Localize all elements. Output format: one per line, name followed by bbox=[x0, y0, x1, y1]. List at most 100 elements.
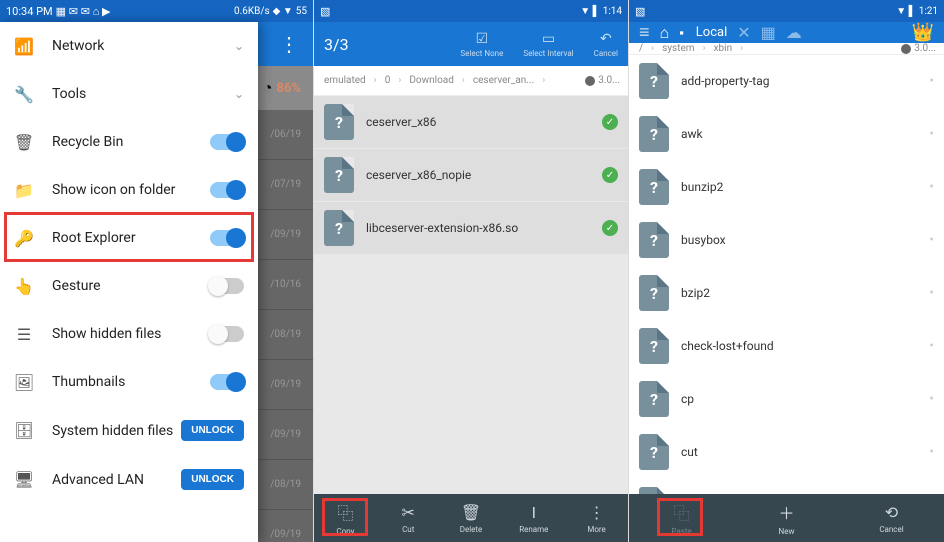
breadcrumb-segment[interactable]: emulated bbox=[322, 75, 368, 86]
file-name: check-lost+found bbox=[681, 339, 929, 353]
chevron-right-icon: › bbox=[368, 75, 383, 86]
drawer-item-hand[interactable]: 👆Gesture bbox=[0, 262, 258, 310]
bottombar-cut[interactable]: ✂Cut bbox=[377, 503, 440, 534]
file-row[interactable]: ?awk• bbox=[629, 108, 944, 160]
chevron-right-icon: › bbox=[536, 75, 551, 86]
topbar-action-cancel[interactable]: ↶Cancel bbox=[594, 31, 618, 58]
file-row[interactable]: ?ceserver_x86✓ bbox=[314, 96, 628, 148]
bottombar-delete[interactable]: 🗑Delete bbox=[440, 503, 503, 534]
chevron-right-icon: › bbox=[697, 43, 712, 54]
breadcrumb-segment[interactable]: ceserver_an... bbox=[471, 75, 536, 86]
file-icon: ? bbox=[639, 328, 669, 364]
action-label: More bbox=[587, 525, 605, 534]
more-dot-icon[interactable]: • bbox=[929, 285, 934, 301]
file-list[interactable]: ?add-property-tag•?awk•?bunzip2•?busybox… bbox=[629, 55, 944, 542]
toggle-switch[interactable] bbox=[210, 182, 244, 198]
more-dot-icon[interactable]: • bbox=[929, 444, 934, 460]
bottombar-new[interactable]: ＋New bbox=[734, 500, 839, 536]
action-icon: ⿻ bbox=[337, 500, 353, 524]
file-row[interactable]: ?bunzip2• bbox=[629, 161, 944, 213]
file-name: libceserver-extension-x86.so bbox=[366, 221, 602, 235]
file-name: bzip2 bbox=[681, 286, 929, 300]
more-dot-icon[interactable]: • bbox=[929, 232, 934, 248]
action-icon: ⟲ bbox=[885, 503, 898, 522]
toggle-switch[interactable] bbox=[210, 134, 244, 150]
drawer-item-lan[interactable]: 🖥Advanced LANUNLOCK bbox=[0, 455, 258, 504]
breadcrumb-segment[interactable]: system bbox=[660, 43, 696, 54]
status-time: 10:34 PM bbox=[6, 5, 53, 18]
bottombar-rename[interactable]: IRename bbox=[502, 503, 565, 534]
thumb-icon: 🖼 bbox=[14, 372, 34, 392]
toggle-switch[interactable] bbox=[210, 326, 244, 342]
file-row[interactable]: ?cut• bbox=[629, 426, 944, 478]
cloud-icon[interactable]: ☁ bbox=[786, 23, 802, 42]
drawer-item-network[interactable]: 📶Network⌄ bbox=[0, 22, 258, 70]
drawer-item-label: Recycle Bin bbox=[52, 134, 210, 150]
drawer-item-eye[interactable]: ☰Show hidden files bbox=[0, 310, 258, 358]
topbar-action-select-none[interactable]: ☑Select None bbox=[460, 31, 503, 58]
bottombar-copy[interactable]: ⿻Copy bbox=[314, 500, 377, 536]
bottom-toolbar: ⿻Copy✂Cut🗑DeleteIRename ⋮ More bbox=[314, 494, 628, 542]
chevron-right-icon: › bbox=[456, 75, 471, 86]
screen-settings: 10:34 PM ▦ ✉ ✉ ⌂ ▶ 0.6KB/s ◆ ▼ 55 ⋮ ◔ 86… bbox=[0, 0, 314, 542]
check-icon: ✓ bbox=[602, 114, 618, 130]
bottombar-cancel[interactable]: ⟲ Cancel bbox=[839, 503, 944, 534]
breadcrumb-segment[interactable]: xbin bbox=[712, 43, 735, 54]
home-icon[interactable]: ⌂ bbox=[660, 23, 670, 43]
more-dot-icon[interactable]: • bbox=[929, 179, 934, 195]
breadcrumb-segment[interactable]: 0 bbox=[383, 75, 393, 86]
file-row[interactable]: ?bzip2• bbox=[629, 267, 944, 319]
action-icon: ↶ bbox=[600, 31, 612, 47]
action-label: Cancel bbox=[879, 525, 903, 534]
topbar-action-select-interval[interactable]: ▭Select Interval bbox=[523, 31, 573, 58]
unlock-button[interactable]: UNLOCK bbox=[181, 420, 244, 441]
file-row[interactable]: ?cp• bbox=[629, 373, 944, 425]
toggle-switch[interactable] bbox=[210, 230, 244, 246]
chevron-right-icon: › bbox=[734, 43, 749, 54]
check-icon: ✓ bbox=[602, 167, 618, 183]
action-icon: ⋮ bbox=[589, 503, 605, 522]
crown-icon[interactable]: 👑 bbox=[912, 22, 934, 43]
file-name: add-property-tag bbox=[681, 74, 929, 88]
file-icon: ? bbox=[324, 104, 354, 140]
bottombar-more[interactable]: ⋮ More bbox=[565, 503, 628, 534]
drawer-item-label: Tools bbox=[52, 86, 234, 102]
more-dot-icon[interactable]: • bbox=[929, 391, 934, 407]
unlock-button[interactable]: UNLOCK bbox=[181, 469, 244, 490]
status-time: 1:14 bbox=[603, 6, 622, 17]
chevron-down-icon: ⌄ bbox=[234, 87, 244, 101]
drawer-item-trash[interactable]: 🗑Recycle Bin bbox=[0, 118, 258, 166]
breadcrumb-segment[interactable]: / bbox=[637, 43, 645, 54]
toggle-switch[interactable] bbox=[210, 374, 244, 390]
chevron-down-icon: ⌄ bbox=[234, 39, 244, 53]
menu-icon[interactable]: ≡ bbox=[639, 22, 650, 43]
action-label: Rename bbox=[519, 525, 548, 534]
file-list[interactable]: ?ceserver_x86✓?ceserver_x86_nopie✓?libce… bbox=[314, 96, 628, 542]
file-row[interactable]: ?ceserver_x86_nopie✓ bbox=[314, 149, 628, 201]
toggle-switch[interactable] bbox=[210, 278, 244, 294]
drawer-item-key[interactable]: 🔑Root Explorer bbox=[0, 214, 258, 262]
file-row[interactable]: ?libceserver-extension-x86.so✓ bbox=[314, 202, 628, 254]
wifi-icon: ▼ ▌ bbox=[896, 6, 915, 17]
window-icon[interactable]: ▦ bbox=[761, 23, 776, 42]
drawer-item-thumb[interactable]: 🖼Thumbnails bbox=[0, 358, 258, 406]
drawer-item-folder[interactable]: 📁Show icon on folder bbox=[0, 166, 258, 214]
file-row[interactable]: ? check-lost+found• bbox=[629, 320, 944, 372]
more-dot-icon[interactable]: • bbox=[929, 338, 934, 354]
network-icon: 📶 bbox=[14, 36, 34, 56]
more-dot-icon[interactable]: • bbox=[929, 126, 934, 142]
hand-icon: 👆 bbox=[14, 276, 34, 296]
more-dot-icon[interactable]: • bbox=[929, 73, 934, 89]
bottombar-paste[interactable]: ⿻Paste bbox=[629, 500, 734, 536]
device-icon: ▪ bbox=[679, 25, 684, 41]
status-bar: 10:34 PM ▦ ✉ ✉ ⌂ ▶ 0.6KB/s ◆ ▼ 55 bbox=[0, 0, 313, 22]
file-row[interactable]: ?add-property-tag• bbox=[629, 55, 944, 107]
file-row[interactable]: ?busybox• bbox=[629, 214, 944, 266]
chevron-right-icon: › bbox=[392, 75, 407, 86]
drawer-item-sysfiles[interactable]: 🗄System hidden filesUNLOCK bbox=[0, 406, 258, 455]
breadcrumb-segment[interactable]: Download bbox=[407, 75, 456, 86]
close-tab-icon[interactable]: ✕ bbox=[737, 23, 750, 42]
drawer-item-tools[interactable]: 🔧Tools⌄ bbox=[0, 70, 258, 118]
screen-file-browse: ▧ ▼ ▌1:21 ≡ ⌂ ▪ Local ✕ ▦ ☁ 👑 /›system›x… bbox=[629, 0, 944, 542]
more-menu-icon[interactable]: ⋮ bbox=[279, 32, 297, 56]
